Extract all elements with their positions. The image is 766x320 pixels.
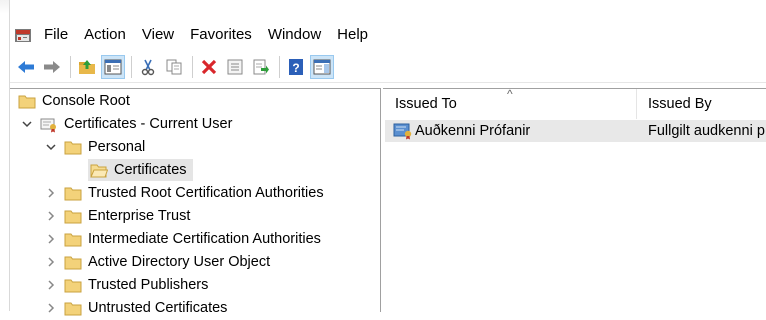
chevron-down-icon[interactable] bbox=[44, 140, 58, 154]
toolbar-separator bbox=[192, 56, 193, 78]
tree-node-certificates-selected[interactable]: Certificates bbox=[88, 159, 193, 181]
folder-open-icon bbox=[90, 163, 109, 178]
menu-bar: File Action View Favorites Window Help bbox=[10, 22, 766, 48]
cell-text: Fullgilt audkenni p bbox=[648, 123, 765, 139]
forward-arrow-icon[interactable] bbox=[40, 55, 64, 79]
tree-node-label: Active Directory User Object bbox=[88, 254, 271, 270]
back-arrow-icon[interactable] bbox=[14, 55, 38, 79]
cell-text: Auðkenni Prófanir bbox=[415, 123, 531, 139]
column-header-issued-by[interactable]: Issued By bbox=[648, 89, 766, 119]
column-header-label: Issued To bbox=[395, 96, 457, 112]
menu-favorites[interactable]: Favorites bbox=[184, 22, 262, 48]
certificate-list-pane[interactable]: Issued To ^ Issued By Auðkenni Prófanir … bbox=[383, 87, 766, 312]
column-divider[interactable] bbox=[636, 89, 637, 119]
tree-node-label: Trusted Publishers bbox=[88, 277, 209, 293]
tree-node-store[interactable]: Untrusted Certificates bbox=[44, 297, 227, 319]
certificate-icon bbox=[393, 122, 413, 140]
certificate-snapin-icon bbox=[40, 117, 58, 132]
folder-icon bbox=[64, 209, 82, 224]
cut-icon[interactable] bbox=[136, 55, 160, 79]
show-hide-tree-icon[interactable] bbox=[101, 55, 125, 79]
menu-view[interactable]: View bbox=[136, 22, 184, 48]
folder-icon bbox=[64, 232, 82, 247]
toolbar-separator bbox=[279, 56, 280, 78]
chevron-right-icon[interactable] bbox=[44, 186, 58, 200]
tree-node-label: Intermediate Certification Authorities bbox=[88, 231, 321, 247]
chevron-right-icon[interactable] bbox=[44, 278, 58, 292]
tree-node-label: Personal bbox=[88, 139, 146, 155]
tree-node-label: Console Root bbox=[42, 93, 130, 109]
tree-node-store[interactable]: Enterprise Trust bbox=[44, 205, 190, 227]
cell-issued-by: Fullgilt audkenni p bbox=[648, 120, 766, 142]
column-header-issued-to[interactable]: Issued To bbox=[395, 89, 635, 119]
show-action-pane-icon[interactable] bbox=[310, 55, 334, 79]
delete-icon[interactable] bbox=[197, 55, 221, 79]
folder-icon bbox=[64, 255, 82, 270]
toolbar-separator bbox=[131, 56, 132, 78]
cell-issued-to: Auðkenni Prófanir bbox=[393, 120, 643, 142]
help-icon[interactable]: ? bbox=[284, 55, 308, 79]
tree-node-console-root[interactable]: Console Root bbox=[18, 90, 130, 112]
tree-node-label: Enterprise Trust bbox=[88, 208, 191, 224]
up-folder-icon[interactable] bbox=[75, 55, 99, 79]
tree-node-personal[interactable]: Personal bbox=[44, 136, 145, 158]
tree-node-store[interactable]: Trusted Publishers bbox=[44, 274, 208, 296]
copy-icon[interactable] bbox=[162, 55, 186, 79]
menu-window[interactable]: Window bbox=[262, 22, 331, 48]
chevron-right-icon[interactable] bbox=[44, 209, 58, 223]
menu-help[interactable]: Help bbox=[331, 22, 378, 48]
folder-icon bbox=[64, 186, 82, 201]
folder-icon bbox=[64, 278, 82, 293]
toolbar-separator bbox=[70, 56, 71, 78]
tree-node-certificates-current-user[interactable]: Certificates - Current User bbox=[20, 113, 232, 135]
console-tree-pane[interactable]: Console Root Certificates - Current User… bbox=[10, 88, 381, 316]
menu-file[interactable]: File bbox=[38, 22, 78, 48]
mmc-app-icon[interactable] bbox=[14, 26, 32, 44]
tree-node-label: Trusted Root Certification Authorities bbox=[88, 185, 324, 201]
table-row[interactable]: Auðkenni Prófanir Fullgilt audkenni p bbox=[385, 120, 766, 142]
chevron-right-icon[interactable] bbox=[44, 301, 58, 315]
sort-ascending-icon: ^ bbox=[507, 87, 513, 101]
folder-icon bbox=[64, 140, 82, 155]
folder-icon bbox=[64, 301, 82, 316]
menu-action[interactable]: Action bbox=[78, 22, 136, 48]
tree-node-label: Certificates - Current User bbox=[64, 116, 233, 132]
chevron-down-icon[interactable] bbox=[20, 117, 34, 131]
properties-icon[interactable] bbox=[223, 55, 247, 79]
tree-node-store[interactable]: Active Directory User Object bbox=[44, 251, 270, 273]
tree-node-label: Untrusted Certificates bbox=[88, 300, 228, 316]
svg-text:?: ? bbox=[292, 61, 299, 75]
tree-node-label: Certificates bbox=[114, 162, 187, 178]
tree-node-store[interactable]: Intermediate Certification Authorities bbox=[44, 228, 321, 250]
chevron-right-icon[interactable] bbox=[44, 232, 58, 246]
export-list-icon[interactable] bbox=[249, 55, 273, 79]
toolbar: ? bbox=[10, 52, 766, 83]
chevron-right-icon[interactable] bbox=[44, 255, 58, 269]
folder-icon bbox=[18, 94, 36, 109]
tree-node-store[interactable]: Trusted Root Certification Authorities bbox=[44, 182, 324, 204]
column-header-label: Issued By bbox=[648, 96, 712, 112]
